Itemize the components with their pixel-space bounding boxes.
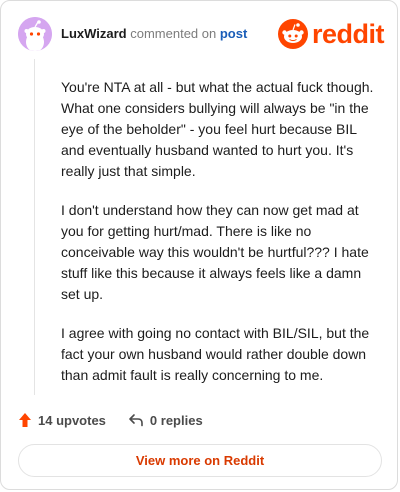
snoo-avatar-icon [18, 17, 52, 51]
replies-count: 0 replies [149, 412, 203, 428]
comment-header: LuxWizard commented on post [61, 26, 247, 41]
comment-paragraph-2: I don't understand how they can now get … [61, 202, 369, 302]
upvote-count: 14 upvotes [38, 412, 106, 428]
thread-line [34, 59, 35, 395]
username[interactable]: LuxWizard [61, 26, 127, 41]
avatar[interactable] [18, 17, 52, 51]
replies-button[interactable]: 0 replies [128, 413, 203, 428]
reddit-wordmark: reddit [312, 18, 385, 49]
comment-paragraph-1: You're NTA at all - but what the actual … [61, 79, 374, 179]
reply-arrow-icon [129, 414, 143, 427]
view-more-button[interactable]: View more on Reddit [18, 444, 382, 477]
reddit-logo[interactable]: reddit [278, 18, 385, 50]
post-link[interactable]: post [220, 26, 247, 41]
comment-paragraph-3: I agree with going no contact with BIL/S… [61, 325, 370, 383]
view-more-label: View more on Reddit [135, 453, 265, 468]
comment-footer: 14 upvotes 0 replies [18, 410, 225, 430]
action-text: commented on [130, 26, 217, 41]
reddit-snoo-icon [278, 19, 308, 49]
upvote-button[interactable]: 14 upvotes [18, 412, 106, 428]
comment-card: LuxWizard commented on post reddit You'r… [0, 0, 398, 490]
comment-body: You're NTA at all - but what the actual … [61, 77, 381, 404]
upvote-arrow-icon [19, 413, 31, 427]
